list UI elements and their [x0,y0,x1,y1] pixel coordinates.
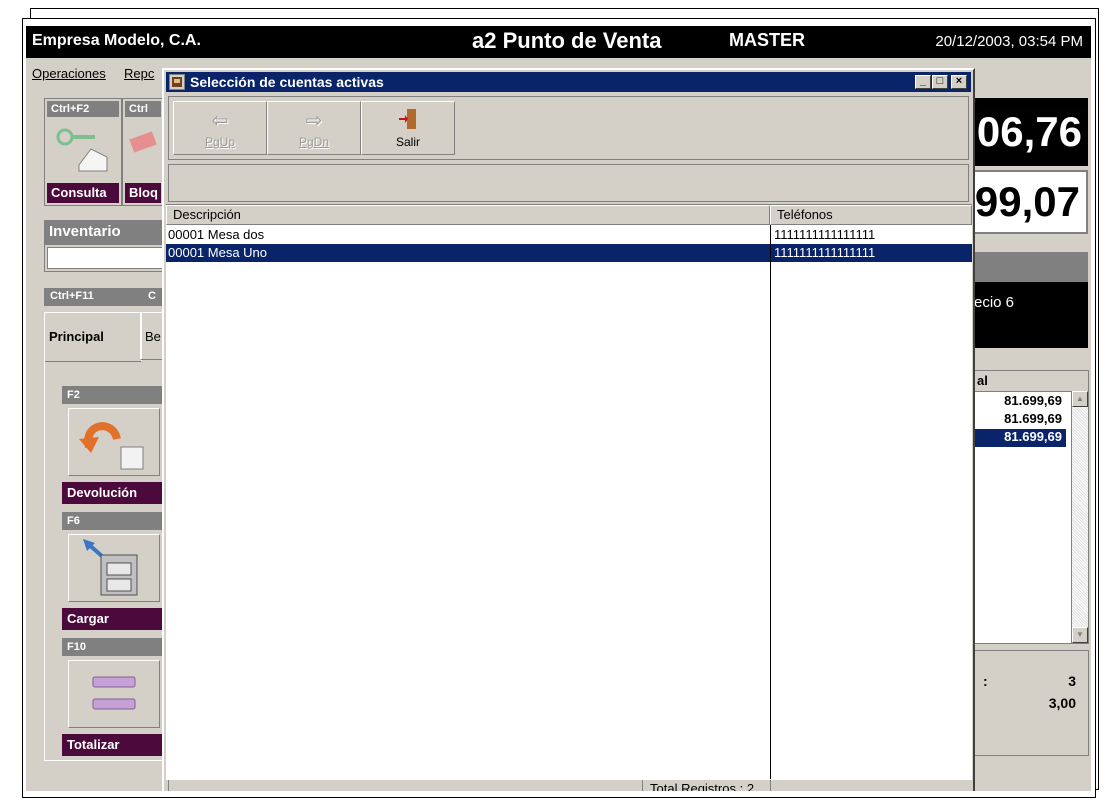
row-description: 00001 Mesa dos [168,227,265,242]
cabinet-icon [68,534,160,602]
items-grid-header-label: al [977,373,988,388]
status-separator [642,780,643,791]
minimize-icon[interactable]: _ [915,75,931,89]
arrow-left-icon: ⇦ [211,110,229,132]
app-header: Empresa Modelo, C.A. a2 Punto de Venta M… [26,26,1091,58]
scroll-up-icon[interactable]: ▲ [1072,391,1088,407]
user-name: MASTER [729,30,805,50]
items-grid[interactable]: al 81.699,69 81.699,69 81.699,69 ▲ ▼ [970,370,1089,644]
grid-row[interactable]: 81.699,69 [971,393,1066,411]
dialog-filter-strip [168,164,969,202]
company-name: Empresa Modelo, C.A. [32,32,201,49]
accounts-list[interactable]: Descripción Teléfonos 00001 Mesa dos 111… [166,204,972,785]
consulta-key-caption: Consulta [47,183,119,203]
inventario-box: Inventario [44,220,166,272]
pgdn-button[interactable]: ⇨ PgDn [267,101,361,155]
dialog-statusbar: Total Registros : 2 [166,779,972,791]
product-name: a2 Punto de Venta [472,28,662,53]
exit-door-icon [362,108,454,136]
ctrl-f11-c-label: C [148,290,156,302]
cargar-key-caption: Cargar [62,608,164,630]
column-divider [770,225,771,785]
consulta-key[interactable]: Ctrl+F2 Consulta [44,98,122,206]
salir-label: Salir [395,135,420,149]
row-phones: 1111111111111111 [774,245,876,260]
bars-icon [68,660,160,728]
devolucion-key-caption: Devolución [62,482,164,504]
item-count: 3 [1068,673,1076,689]
salir-button[interactable]: Salir [361,101,455,155]
quantity-total: 3,00 [1048,695,1076,711]
bloq-key[interactable]: Ctrl Bloq [122,98,164,206]
pos-main-window: Empresa Modelo, C.A. a2 Punto de Venta M… [26,26,1091,791]
bloq-key-caption: Bloq [125,183,161,203]
arrow-right-icon: ⇨ [305,110,323,132]
items-grid-header: al [971,371,1088,392]
grid-row[interactable]: 81.699,69 [971,411,1066,429]
menu-reportes-label: Repc [124,66,155,81]
totalizar-key-caption: Totalizar [62,734,164,756]
cuentas-activas-dialog: Selección de cuentas activas _ □ × ⇦ PgU… [162,68,975,791]
precio-label-box: ecio 6 [970,282,1088,348]
list-item[interactable]: 00001 Mesa dos 1111111111111111 [166,226,972,244]
dialog-title: Selección de cuentas activas [190,74,384,90]
devolucion-key[interactable]: F2 Devolución [62,386,164,504]
scroll-down-icon[interactable]: ▼ [1072,627,1088,643]
items-grid-scrollbar[interactable]: ▲ ▼ [1071,391,1088,643]
pgup-label: PgUp [204,135,236,149]
app-icon [169,74,185,90]
precio-label: ecio 6 [974,294,1015,311]
ctrl-f11-tab[interactable]: Ctrl+F11 C [44,288,162,306]
devolucion-key-shortcut: F2 [62,386,164,404]
inventario-title: Inventario [49,223,121,240]
tab-be[interactable]: Be [140,312,164,360]
close-icon[interactable]: × [951,75,967,89]
consulta-key-shortcut: Ctrl+F2 [47,101,119,117]
row-phones: 1111111111111111 [774,227,876,242]
grid-row-selected[interactable]: 81.699,69 [971,429,1066,447]
row-description: 00001 Mesa Uno [168,245,268,260]
dialog-toolbar: ⇦ PgUp ⇨ PgDn Salir [168,96,969,160]
inventario-field[interactable] [47,247,165,269]
datetime: 20/12/2003, 03:54 PM [935,33,1083,50]
maximize-icon[interactable]: □ [932,75,948,89]
column-header-telefonos[interactable]: Teléfonos [770,205,972,225]
list-item-selected[interactable]: 00001 Mesa Uno 1111111111111111 [166,244,972,262]
dialog-titlebar[interactable]: Selección de cuentas activas _ □ × [166,72,971,92]
right-grey-strip [970,252,1088,282]
pgdn-label: PgDn [298,135,330,149]
bloq-card-icon [129,121,157,181]
return-arrow-icon [68,408,160,476]
ctrl-f11-label: Ctrl+F11 [50,290,94,302]
count-separator: : [983,673,988,689]
pgup-button[interactable]: ⇦ PgUp [173,101,267,155]
totalizar-key[interactable]: F10 Totalizar [62,638,164,756]
column-header-descripcion[interactable]: Descripción [166,205,770,225]
cargar-key[interactable]: F6 Cargar [62,512,164,630]
paid-amount-display: 99,07 [970,170,1088,234]
tab-be-label: Be [145,329,161,344]
bloq-key-shortcut: Ctrl [125,101,161,117]
totals-box: : 3 3,00 [970,650,1089,756]
total-amount-display: 06,76 [970,98,1088,166]
menu-operaciones-label: Operaciones [32,66,106,81]
status-separator [168,780,169,791]
totalizar-key-shortcut: F10 [62,638,164,656]
key-lock-icon [51,121,115,181]
cargar-key-shortcut: F6 [62,512,164,530]
total-records: Total Registros : 2 [650,781,755,791]
status-separator [770,780,771,791]
tab-principal-label: Principal [49,329,104,344]
tab-principal[interactable]: Principal [44,312,142,362]
